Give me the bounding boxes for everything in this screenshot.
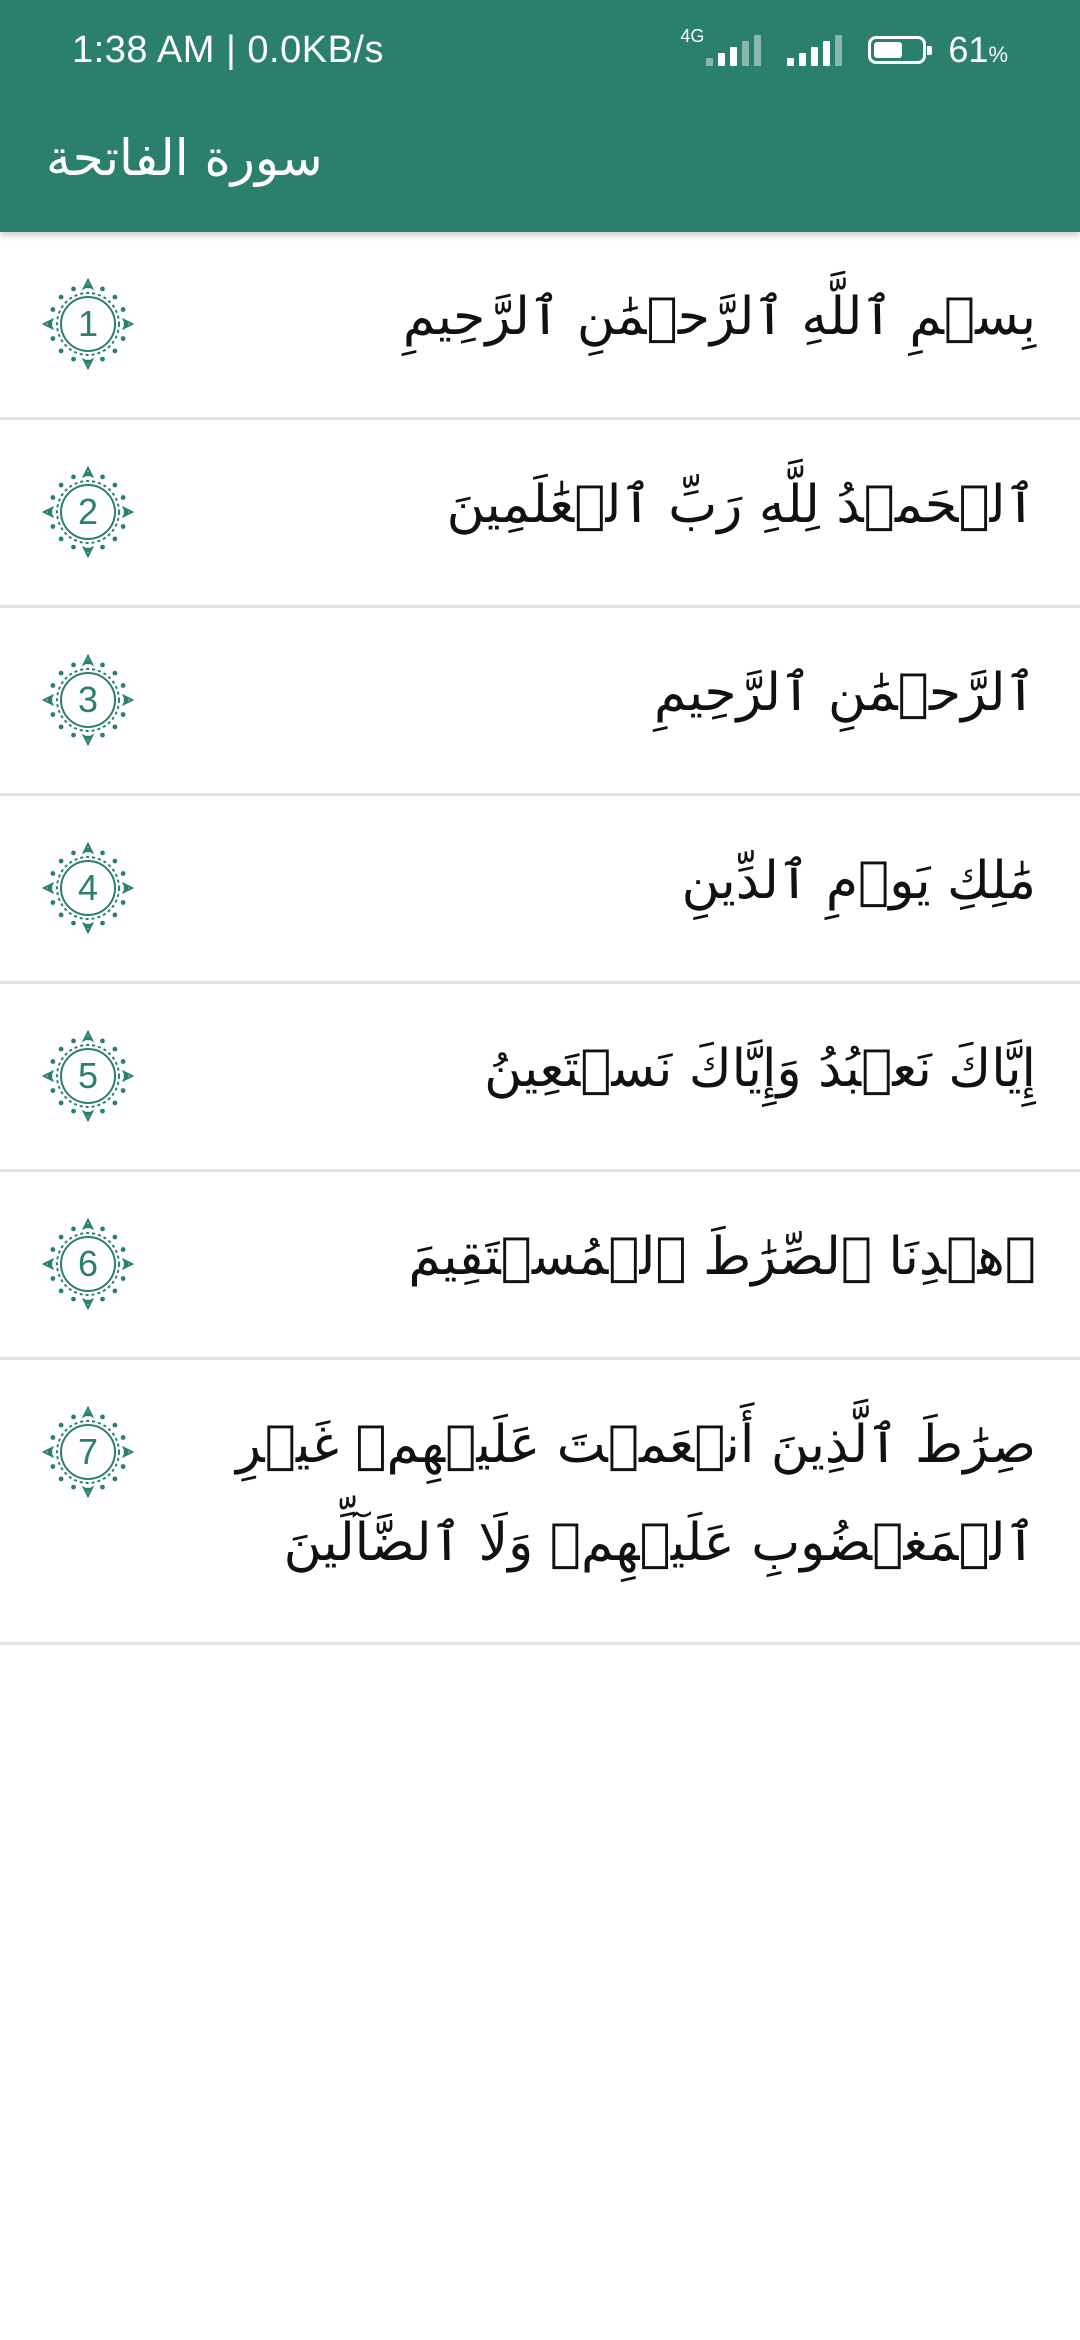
ayah-number-marker: 7 xyxy=(40,1404,136,1500)
network-type-label: 4G xyxy=(680,26,705,46)
ayah-row[interactable]: 7 صِرَٰطَ ٱلَّذِينَ أَنۡعَمۡتَ عَلَيۡهِمۡ… xyxy=(0,1360,1080,1645)
battery-percent: 61% xyxy=(948,29,1008,70)
ayah-number-marker: 5 xyxy=(40,1028,136,1124)
ayah-text: ٱلرَّحۡمَٰنِ ٱلرَّحِيمِ xyxy=(654,663,1036,723)
ayah-number: 6 xyxy=(77,1243,99,1284)
ayah-row[interactable]: 4 مَٰلِكِ يَوۡمِ ٱلدِّينِ xyxy=(0,796,1080,984)
ayah-number-marker: 6 xyxy=(40,1216,136,1312)
battery-level-fill xyxy=(874,42,903,58)
ayah-number: 4 xyxy=(77,867,99,908)
ayah-row[interactable]: 6 ٱهۡدِنَا ٱلصِّرَٰطَ ٱلۡمُسۡتَقِيمَ xyxy=(0,1172,1080,1360)
ayah-text: بِسۡمِ ٱللَّهِ ٱلرَّحۡمَٰنِ ٱلرَّحِيمِ xyxy=(402,287,1036,347)
status-time-speed: 1:38 AM | 0.0KB/s xyxy=(72,29,384,71)
ayah-number-marker: 1 xyxy=(40,276,136,372)
ayah-text: ٱهۡدِنَا ٱلصِّرَٰطَ ٱلۡمُسۡتَقِيمَ xyxy=(408,1227,1036,1287)
ayah-number: 2 xyxy=(77,491,99,532)
ayah-number: 7 xyxy=(77,1431,99,1472)
ayah-number: 5 xyxy=(77,1055,99,1096)
signal-4g-icon xyxy=(706,34,762,66)
ayah-text: إِيَّاكَ نَعۡبُدُ وَإِيَّاكَ نَسۡتَعِينُ xyxy=(484,1039,1036,1099)
page-title: سورة الفاتحة xyxy=(46,129,323,187)
status-bar: 1:38 AM | 0.0KB/s 4G 61% xyxy=(0,0,1080,100)
ayah-number: 1 xyxy=(77,303,99,344)
ayah-number-marker: 2 xyxy=(40,464,136,560)
ayah-row[interactable]: 2 ٱلۡحَمۡدُ لِلَّهِ رَبِّ ٱلۡعَٰلَمِينَ xyxy=(0,420,1080,608)
battery-icon xyxy=(868,36,933,64)
ayah-number-marker: 3 xyxy=(40,652,136,748)
ayah-text: صِرَٰطَ ٱلَّذِينَ أَنۡعَمۡتَ عَلَيۡهِمۡ … xyxy=(236,1415,1036,1573)
ayah-row[interactable]: 5 إِيَّاكَ نَعۡبُدُ وَإِيَّاكَ نَسۡتَعِين… xyxy=(0,984,1080,1172)
ayah-number-marker: 4 xyxy=(40,840,136,936)
ayah-number: 3 xyxy=(77,679,99,720)
ayah-text: مَٰلِكِ يَوۡمِ ٱلدِّينِ xyxy=(681,851,1036,911)
ayah-row[interactable]: 1 بِسۡمِ ٱللَّهِ ٱلرَّحۡمَٰنِ ٱلرَّحِيمِ xyxy=(0,232,1080,420)
ayah-list[interactable]: 1 بِسۡمِ ٱللَّهِ ٱلرَّحۡمَٰنِ ٱلرَّحِيمِ 2… xyxy=(0,232,1080,1645)
ayah-row[interactable]: 3 ٱلرَّحۡمَٰنِ ٱلرَّحِيمِ xyxy=(0,608,1080,796)
ayah-text: ٱلۡحَمۡدُ لِلَّهِ رَبِّ ٱلۡعَٰلَمِينَ xyxy=(446,475,1036,535)
signal-strength-icon xyxy=(787,34,843,66)
status-icons: 4G 61% xyxy=(680,22,1008,78)
app-bar: سورة الفاتحة xyxy=(0,100,1080,232)
